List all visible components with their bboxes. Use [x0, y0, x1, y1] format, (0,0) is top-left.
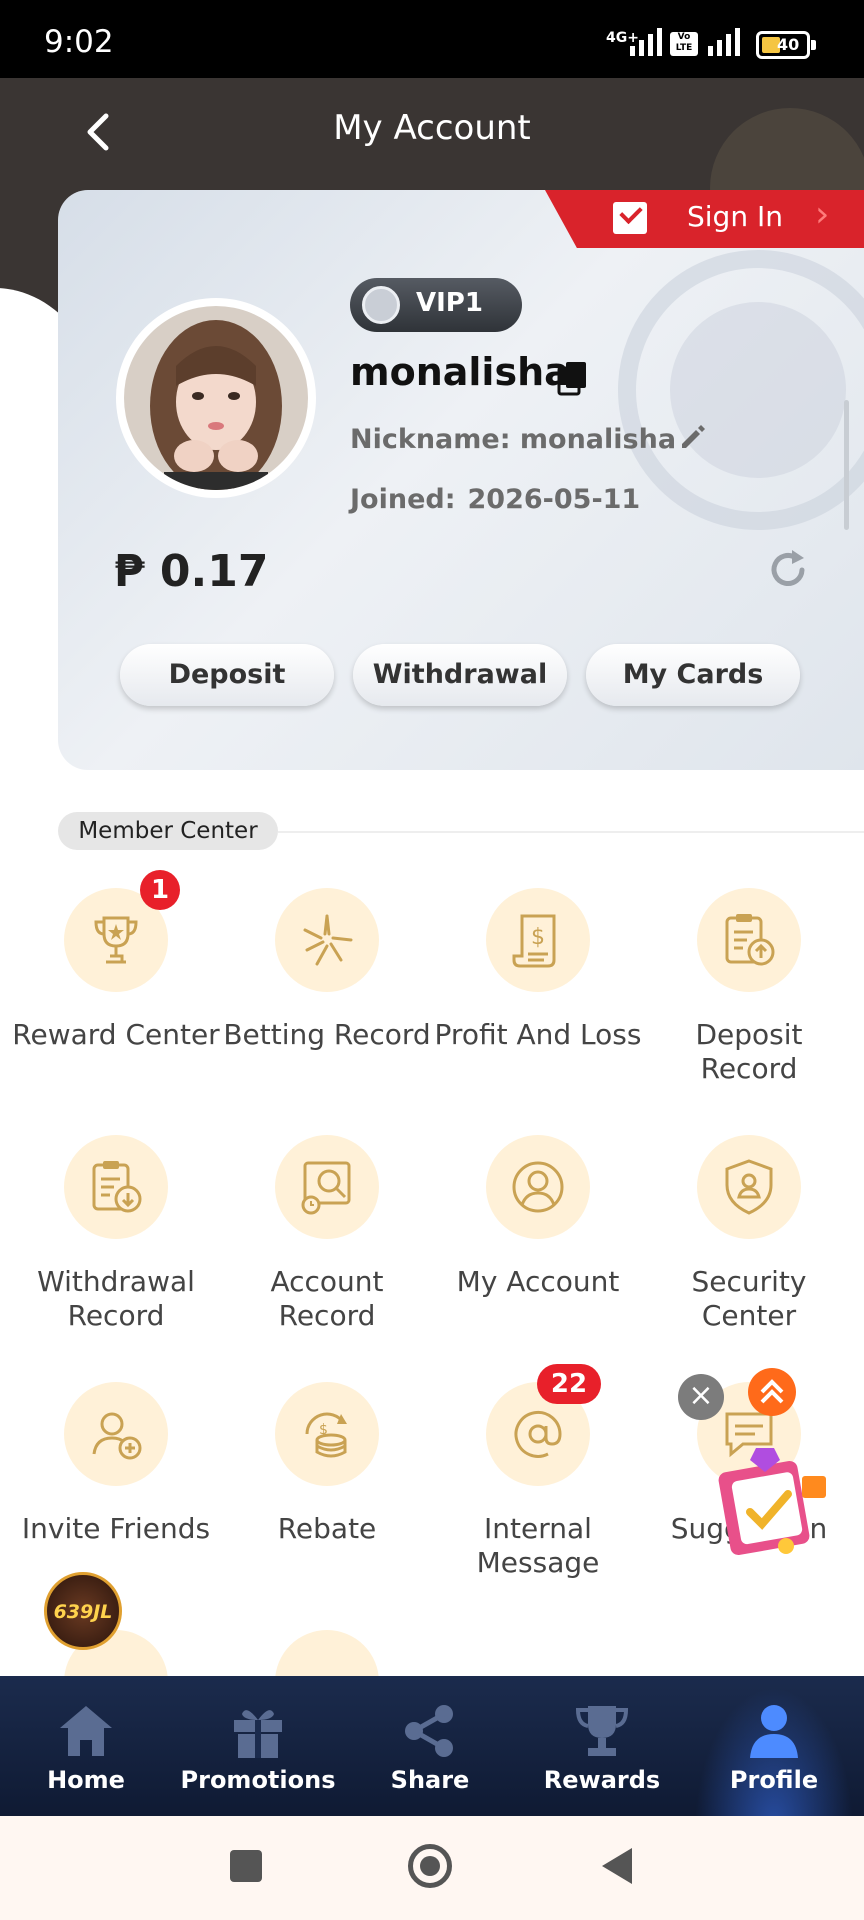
withdrawal-record-item[interactable]: Withdrawal Record — [11, 1135, 221, 1333]
close-icon[interactable]: × — [678, 1374, 724, 1420]
app-logo[interactable]: 639JL — [44, 1572, 122, 1650]
internal-message-item[interactable]: Internal Message — [433, 1382, 643, 1580]
nav-promotions[interactable]: Promotions — [172, 1676, 344, 1816]
security-center-item[interactable]: Security Center — [644, 1135, 854, 1333]
nav-share[interactable]: Share — [344, 1676, 516, 1816]
message-count-badge: 22 — [537, 1364, 601, 1404]
joined-date: 2026-05-11 — [467, 484, 641, 515]
nav-label: Promotions — [180, 1766, 336, 1794]
profit-and-loss-item[interactable]: $ Profit And Loss — [433, 888, 643, 1052]
item-label: Reward Center — [12, 1018, 220, 1051]
battery-icon: 40 — [756, 31, 816, 59]
trophy-icon — [94, 916, 138, 964]
volte-icon: Vo LTE — [670, 32, 698, 56]
rebate-item[interactable]: $ Rebate — [222, 1382, 432, 1546]
signal-icon — [630, 26, 662, 56]
notification-badge: 1 — [140, 870, 180, 910]
vip-level: VIP1 — [416, 288, 483, 318]
shield-user-icon — [725, 1159, 773, 1215]
item-label: Security Center — [691, 1265, 807, 1332]
clipboard-upload-icon — [725, 914, 775, 966]
sign-in-label: Sign In — [687, 200, 783, 233]
item-label: Withdrawal Record — [37, 1265, 195, 1332]
status-bar: 9:02 4G+ Vo LTE 40 — [0, 0, 864, 78]
item-label: Betting Record — [223, 1018, 431, 1051]
nav-label: Home — [47, 1766, 125, 1794]
gift-icon — [234, 1710, 282, 1758]
status-time: 9:02 — [44, 24, 114, 60]
sign-in-button[interactable]: Sign In › — [545, 190, 864, 248]
account-record-icon — [301, 1161, 351, 1215]
scroll-top-button[interactable] — [748, 1368, 796, 1416]
person-icon — [750, 1705, 798, 1758]
page-title: My Account — [333, 108, 531, 148]
member-center-tab: Member Center — [58, 812, 278, 850]
svg-text:$: $ — [319, 1422, 328, 1438]
copy-icon[interactable] — [557, 360, 589, 396]
reward-center-item[interactable]: Reward Center — [11, 888, 221, 1052]
vip-medal-icon — [362, 286, 400, 324]
back-system-button[interactable] — [602, 1848, 632, 1884]
deposit-record-item[interactable]: Deposit Record — [644, 888, 854, 1086]
account-record-item[interactable]: Account Record — [222, 1135, 432, 1333]
receipt-dollar-icon: $ — [512, 914, 556, 968]
my-account-item[interactable]: My Account — [433, 1135, 643, 1299]
refresh-icon[interactable] — [766, 548, 810, 592]
nav-label: Profile — [729, 1766, 819, 1794]
user-circle-icon — [512, 1161, 564, 1213]
item-label: Internal Message — [476, 1512, 600, 1579]
item-label: Rebate — [277, 1512, 377, 1545]
my-cards-button[interactable]: My Cards — [586, 644, 800, 706]
joined-info: Joined: 2026-05-11 — [350, 484, 652, 515]
betting-record-item[interactable]: Betting Record — [222, 888, 432, 1052]
chevron-right-icon: › — [815, 194, 830, 235]
double-chevron-up-icon — [760, 1379, 784, 1404]
edit-pencil-icon[interactable] — [676, 420, 708, 452]
username: monalisha — [350, 350, 570, 394]
home-system-button[interactable] — [408, 1844, 452, 1888]
joined-label: Joined: — [350, 484, 456, 515]
signal-icon-2 — [708, 26, 740, 56]
balance: ₱ 0.17 — [114, 546, 269, 597]
gift-promo-icon[interactable] — [716, 1442, 832, 1562]
screen: 9:02 4G+ Vo LTE 40 My Account Sign In › — [0, 0, 864, 1920]
divider — [278, 831, 864, 833]
item-label: Profit And Loss — [434, 1018, 642, 1051]
nav-label: Rewards — [543, 1766, 661, 1794]
checkbox-icon — [613, 202, 647, 234]
share-icon — [405, 1705, 453, 1757]
sparkle-icon — [303, 914, 353, 966]
item-label: Deposit Record — [695, 1018, 803, 1085]
item-label: My Account — [456, 1265, 620, 1298]
recent-apps-button[interactable] — [230, 1850, 262, 1882]
home-icon — [60, 1706, 112, 1756]
user-plus-icon — [92, 1412, 142, 1460]
trophy-nav-icon — [575, 1706, 629, 1756]
coins-icon: $ — [305, 1412, 347, 1458]
app-logo-text: 639JL — [53, 1601, 113, 1623]
card-scroll-indicator — [844, 400, 849, 530]
at-sign-icon — [514, 1410, 562, 1458]
nav-label: Share — [390, 1766, 470, 1794]
bottom-nav: Home Promotions Share Rewards Profile — [0, 1676, 864, 1816]
nav-profile[interactable]: Profile — [688, 1676, 860, 1816]
invite-friends-item[interactable]: Invite Friends — [11, 1382, 221, 1546]
item-label: Account Record — [270, 1265, 384, 1332]
item-label: Invite Friends — [21, 1512, 211, 1545]
avatar-image — [124, 306, 308, 490]
withdrawal-button[interactable]: Withdrawal — [353, 644, 567, 706]
nav-rewards[interactable]: Rewards — [516, 1676, 688, 1816]
clipboard-download-icon — [92, 1161, 142, 1213]
battery-level: 40 — [777, 35, 800, 54]
vip-badge: VIP1 — [350, 278, 522, 332]
deposit-button[interactable]: Deposit — [120, 644, 334, 706]
nav-home[interactable]: Home — [0, 1676, 172, 1816]
svg-text:$: $ — [531, 925, 545, 950]
nickname: Nickname: monalisha — [350, 424, 677, 455]
avatar[interactable] — [116, 298, 316, 498]
